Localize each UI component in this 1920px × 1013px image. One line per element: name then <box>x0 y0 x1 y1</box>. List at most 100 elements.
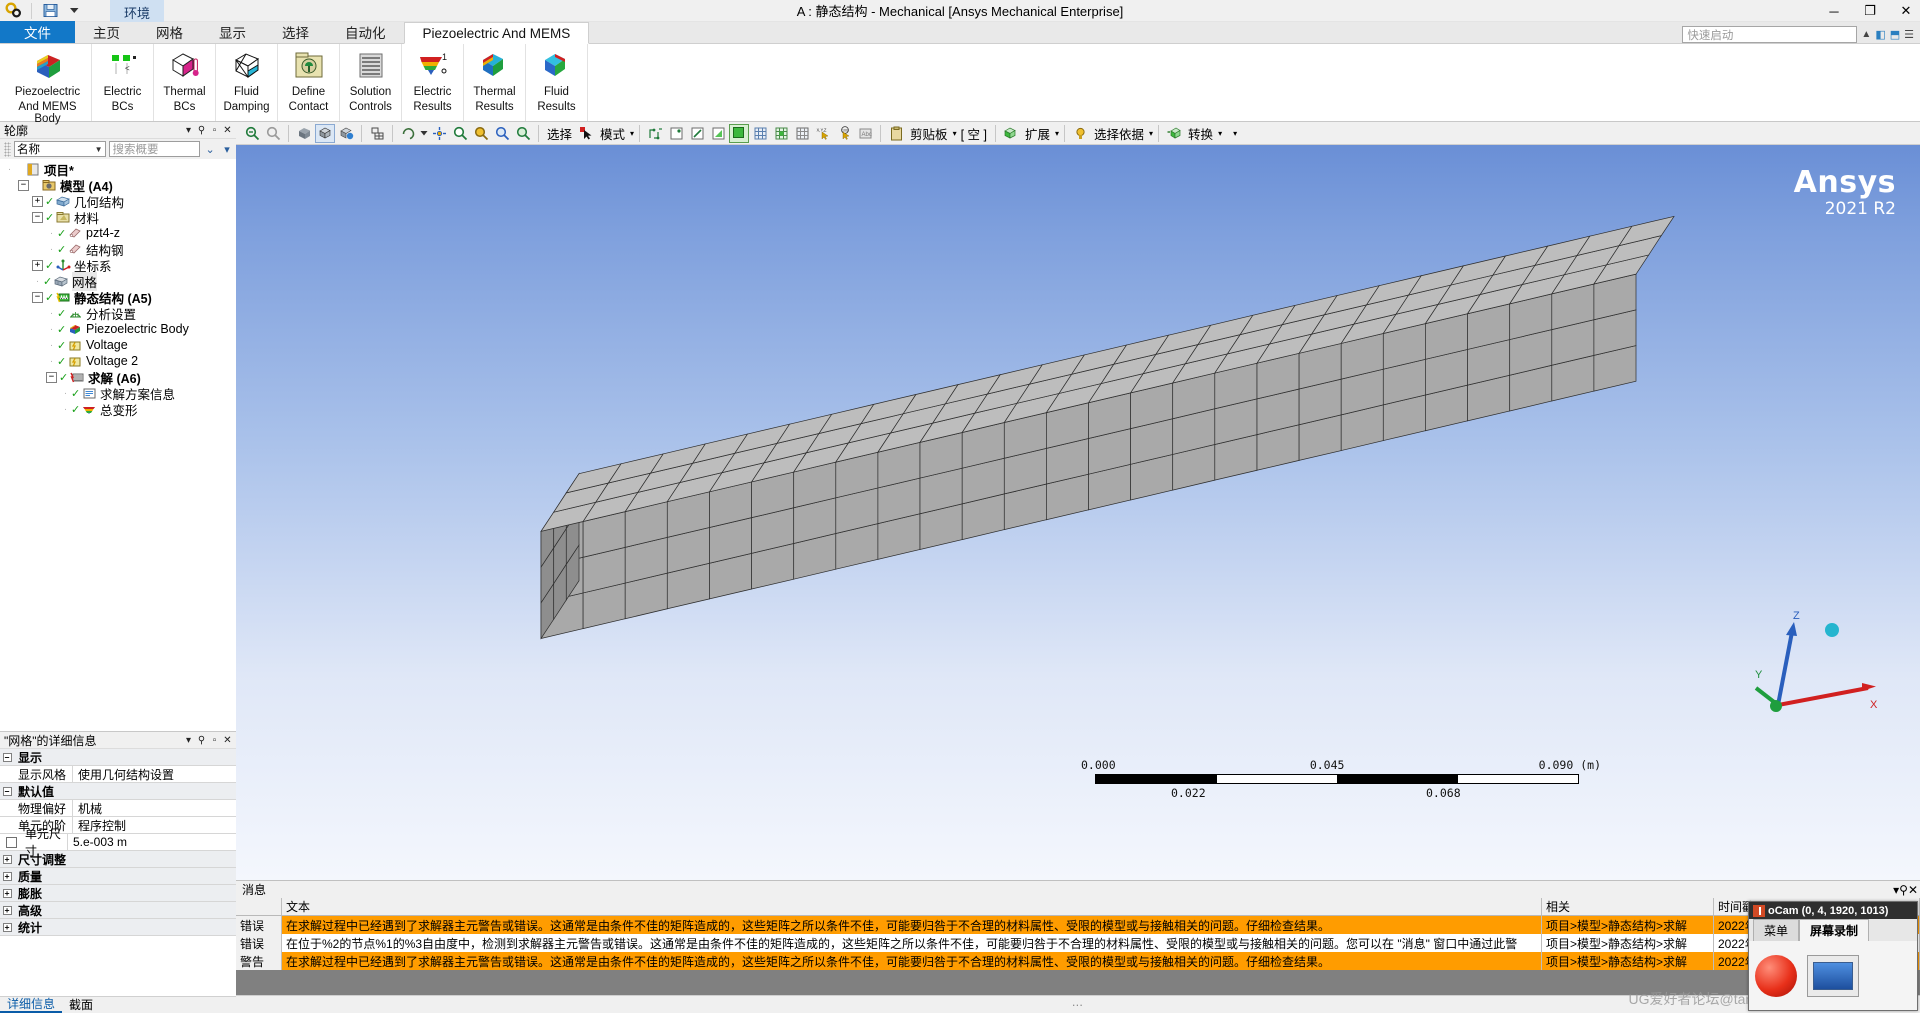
mode-label[interactable]: 模式 <box>597 124 628 143</box>
qat-dropdown-icon[interactable] <box>65 2 83 20</box>
cube-shaded-icon[interactable] <box>315 123 335 143</box>
ribbon-tab-mesh[interactable]: 网格 <box>138 21 201 43</box>
wireframe-grid-icon[interactable] <box>367 124 387 143</box>
pan-icon[interactable] <box>429 124 449 143</box>
maximize-button[interactable]: ❐ <box>1860 3 1880 19</box>
ribbon-button-piezoelectric-and-mems-body[interactable]: Piezoelectric And MEMS Body <box>4 44 92 125</box>
coordinate-probe-icon[interactable]: X,Y,Z <box>813 124 833 143</box>
ocam-recorder-widget[interactable]: oCam (0, 4, 1920, 1013) 菜单 屏幕录制 <box>1748 901 1918 1011</box>
ribbon-button-electric-bcs[interactable]: < Electric BCs <box>92 44 154 121</box>
details-group-row[interactable]: + 质量 <box>0 868 236 885</box>
message-row[interactable]: 错误 在求解过程中已经遇到了求解器主元警告或错误。这通常是由条件不佳的矩阵造成的，… <box>236 916 1920 934</box>
messages-table[interactable]: 文本 相关 时间戳 错误 在求解过程中已经遇到了求解器主元警告或错误。这通常是由条件不佳… <box>236 898 1920 995</box>
cube-textured-icon[interactable] <box>336 124 356 143</box>
messages-pin-icon[interactable]: ⚲ <box>1899 883 1908 897</box>
ocam-tab-menu[interactable]: 菜单 <box>1753 919 1800 941</box>
details-property-value[interactable]: 使用几何结构设置 <box>72 765 236 783</box>
outline-menu-icon[interactable]: ▾ <box>182 125 195 136</box>
details-group-row[interactable]: + 统计 <box>0 919 236 936</box>
tree-expander[interactable]: − <box>32 211 43 223</box>
outline-search-input[interactable]: 搜索概要 <box>108 141 201 157</box>
meshed-beam-model[interactable] <box>236 145 1920 880</box>
messages-close-icon[interactable]: ✕ <box>1908 883 1918 897</box>
details-menu-icon[interactable]: ▾ <box>182 735 195 746</box>
details-property-value[interactable]: 5.e-003 m <box>67 833 236 851</box>
tree-item-piezoelectric-body[interactable]: · ✓ Piezoelectric Body <box>0 321 236 337</box>
extend-label[interactable]: 扩展 <box>1022 124 1053 143</box>
rotate-icon[interactable] <box>398 124 418 143</box>
ribbon-collapse-icon[interactable]: ▲ <box>1861 29 1871 40</box>
details-group-expander[interactable]: + <box>0 888 14 898</box>
ribbon-button-electric-results[interactable]: 1 Electric Results <box>402 44 464 121</box>
convert-chevron-down-icon[interactable]: ▾ <box>1218 129 1222 138</box>
screen-capture-button[interactable] <box>1807 954 1859 997</box>
details-group-row[interactable]: + 尺寸调整 <box>0 851 236 868</box>
ribbon-button-solution-controls[interactable]: Solution Controls <box>340 44 402 121</box>
ribbon-tab-display[interactable]: 显示 <box>201 21 264 43</box>
save-icon[interactable] <box>41 2 59 20</box>
convert-icon[interactable] <box>1164 124 1184 143</box>
extend-icon[interactable] <box>1001 124 1021 143</box>
details-group-row[interactable]: − 显示 <box>0 749 236 766</box>
ribbon-button-define-contact[interactable]: Define Contact <box>278 44 340 121</box>
details-property-row[interactable]: 单元尺寸 5.e-003 m <box>0 827 236 858</box>
cursor-select-icon[interactable] <box>576 124 596 143</box>
details-group-row[interactable]: + 膨胀 <box>0 885 236 902</box>
help-icon[interactable]: ◧ <box>1875 28 1885 41</box>
ribbon-button-thermal-bcs[interactable]: Thermal BCs <box>154 44 216 121</box>
details-maximize-icon[interactable]: ▫ <box>208 735 221 746</box>
toolbar-overflow-icon[interactable]: ▾ <box>1233 129 1237 138</box>
select-by-icon[interactable] <box>1070 124 1090 143</box>
select-mesh-face-icon[interactable] <box>792 124 812 143</box>
select-mesh-element-icon[interactable] <box>771 124 791 143</box>
tree-item-[interactable]: + ✓ 几何结构 <box>0 193 236 210</box>
zoom-to-fit-icon[interactable] <box>492 124 512 143</box>
details-group-expander[interactable]: + <box>0 871 14 881</box>
details-pin-icon[interactable]: ⚲ <box>195 735 208 746</box>
tree-expander[interactable]: + <box>32 195 43 207</box>
clipboard-chevron-down-icon[interactable]: ▾ <box>953 129 957 138</box>
select-by-chevron-down-icon[interactable]: ▾ <box>1149 129 1153 138</box>
details-close-icon[interactable]: ✕ <box>221 735 234 746</box>
select-by-label[interactable]: 选择依据 <box>1091 124 1147 143</box>
graphics-viewport[interactable]: Ansys 2021 R2 0.000 0.045 0.090 (m) 0.02… <box>236 145 1920 880</box>
extend-chevron-down-icon[interactable]: ▾ <box>1055 129 1059 138</box>
ribbon-tab-automation[interactable]: 自动化 <box>327 21 404 43</box>
ribbon-button-fluid-results[interactable]: Fluid Results <box>526 44 588 121</box>
zoom-fit-icon[interactable] <box>263 124 283 143</box>
select-face-icon[interactable] <box>708 124 728 143</box>
tree-expander[interactable]: + <box>32 259 43 271</box>
cube-solid-icon[interactable] <box>294 124 314 143</box>
details-group-expander[interactable]: − <box>0 752 14 762</box>
tree-item-[interactable]: − ✓ 材料 <box>0 209 236 226</box>
ribbon-tab-piezoelectric-and-mems[interactable]: Piezoelectric And MEMS <box>403 22 590 44</box>
rotate-dropdown-icon[interactable] <box>419 124 428 143</box>
details-property-value[interactable]: 机械 <box>72 799 236 817</box>
filter-expand-icon[interactable]: ⌄ <box>203 143 217 156</box>
outline-tree[interactable]: · 项目* − 模型 (A4) + ✓ 几何结构 − ✓ 材料 · ✓ pzt4-z · ✓ 结构钢 + ✓ 坐标系… <box>0 159 236 731</box>
minimize-button[interactable]: ─ <box>1824 4 1844 19</box>
details-table[interactable]: − 显示 显示风格 使用几何结构设置 − 默认值 物理偏好 机械 单元的阶 程序控制 单元尺寸 5.e… <box>0 749 236 996</box>
details-group-expander[interactable]: + <box>0 922 14 932</box>
message-row[interactable]: 警告 在求解过程中已经遇到了求解器主元警告或错误。这通常是由条件不佳的矩阵造成的，… <box>236 952 1920 970</box>
mode-chevron-down-icon[interactable]: ▾ <box>630 129 634 138</box>
zoom-extent-icon[interactable] <box>513 124 533 143</box>
tree-item-[interactable]: · ✓ 结构钢 <box>0 241 236 258</box>
close-button[interactable]: ✕ <box>1896 3 1916 19</box>
ribbon-button-thermal-results[interactable]: Thermal Results <box>464 44 526 121</box>
ribbon-tab-file[interactable]: 文件 <box>0 21 75 43</box>
outline-maximize-icon[interactable]: ▫ <box>208 125 221 136</box>
tree-item-[interactable]: · ✓ 总变形 <box>0 401 236 418</box>
select-mesh-node-icon[interactable] <box>750 124 770 143</box>
details-property-row[interactable]: 显示风格 使用几何结构设置 <box>0 765 236 783</box>
label-icon[interactable]: Abc <box>855 124 875 143</box>
select-edge-icon[interactable] <box>687 124 707 143</box>
ribbon-tab-home[interactable]: 主页 <box>75 21 138 43</box>
details-group-expander[interactable]: + <box>0 905 14 915</box>
outline-close-icon[interactable]: ✕ <box>221 125 234 136</box>
environment-context-tab[interactable]: 环境 <box>110 0 165 22</box>
filter-more-icon[interactable]: ▾ <box>220 143 234 156</box>
ocam-tab-screen-record[interactable]: 屏幕录制 <box>1799 919 1870 941</box>
graph-select-icon[interactable] <box>645 124 665 143</box>
clipboard-label[interactable]: 剪贴板 <box>907 124 951 143</box>
